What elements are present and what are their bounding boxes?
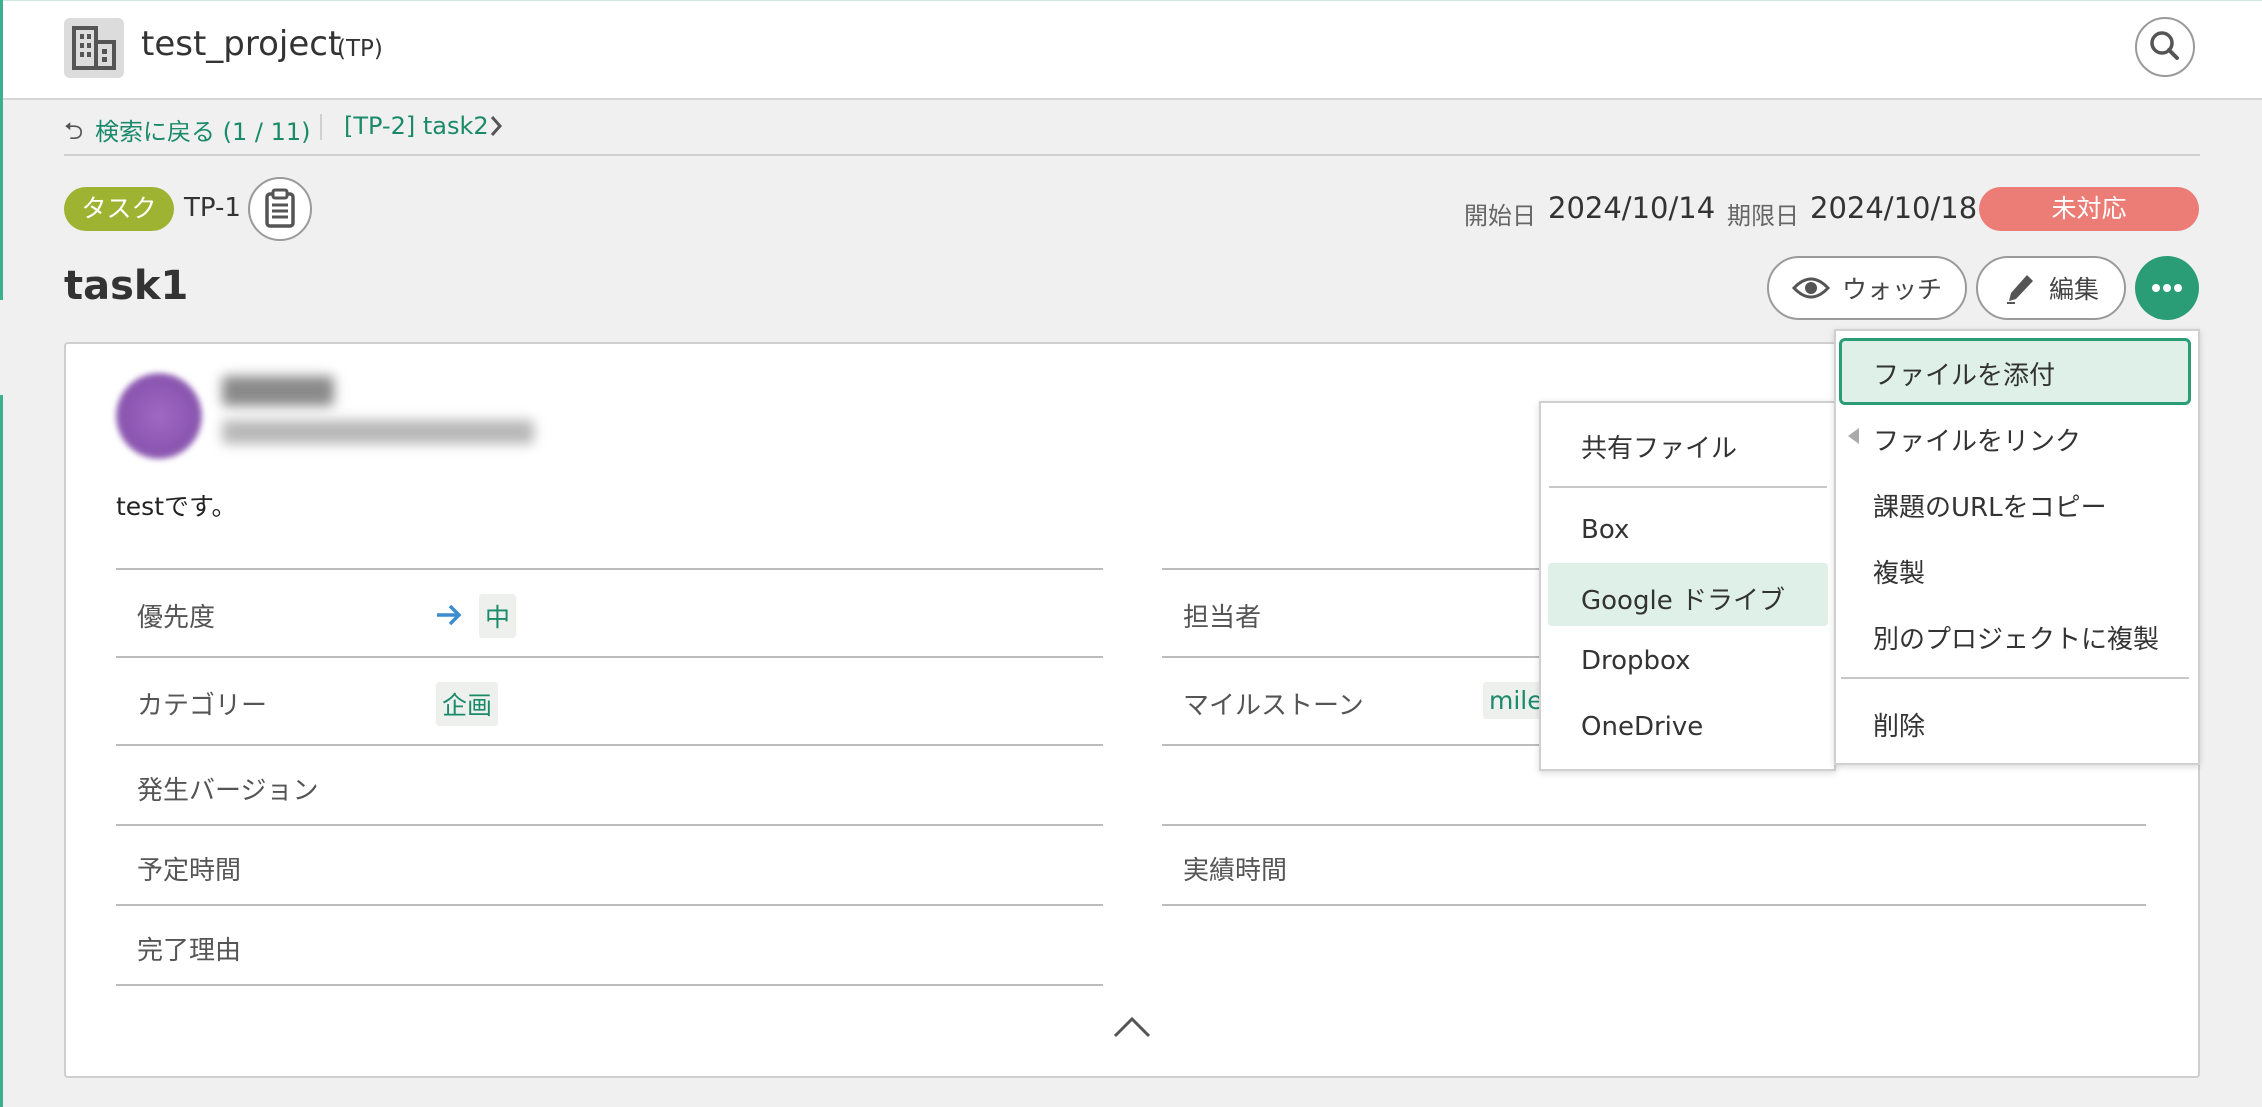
issue-title: task1 [64,263,189,309]
property-divider [1162,824,2146,826]
assignee-label: 担当者 [1183,603,1262,633]
eye-icon [1791,277,1830,299]
next-issue-link[interactable]: [TP-2] task2 [344,112,489,140]
watch-button[interactable]: ウォッチ [1767,256,1967,320]
property-divider [116,568,1103,570]
milestone-value[interactable]: mile [1483,682,1543,719]
menu-item-duplicate-to-project[interactable]: 別のプロジェクトに複製 [1873,619,2159,656]
estimated-hours-label: 予定時間 [137,856,242,886]
resolution-label: 完了理由 [137,936,242,966]
category-value[interactable]: 企画 [436,682,499,726]
menu-item-attach-file[interactable]: ファイルを添付 [1873,355,2055,392]
more-dots-icon [2152,284,2182,292]
back-arrow-icon: ⮌ [64,117,84,145]
edit-button[interactable]: 編集 [1976,256,2126,320]
avatar [116,373,202,459]
milestone-label: マイルストーン [1183,691,1364,721]
search-button[interactable] [2135,17,2195,77]
copy-key-button[interactable] [248,177,312,241]
arrow-right-icon [437,604,462,626]
status-badge[interactable]: 未対応 [1979,187,2199,231]
property-divider [116,744,1103,746]
building-icon[interactable] [64,18,124,78]
menu-item-link-file[interactable]: ファイルをリンク [1873,421,2081,458]
due-date-value: 2024/10/18 [1810,191,1978,225]
property-divider [116,984,1103,986]
menu-divider [1841,677,2189,679]
priority-value: 中 [479,594,517,638]
watch-label: ウォッチ [1841,275,1942,304]
chevron-up-icon[interactable] [1112,1014,1152,1040]
author-name-blurred [222,376,334,406]
actual-hours-label: 実績時間 [1183,856,1288,886]
more-actions-button[interactable] [2135,256,2199,320]
caret-left-icon [1848,428,1859,444]
property-divider [1162,656,1540,658]
issue-key: TP-1 [184,193,241,223]
author-meta-blurred [222,420,534,444]
start-date-label: 開始日 [1464,202,1536,230]
issue-description: testです。 [116,492,237,521]
property-divider [116,904,1103,906]
submenu-item-dropbox[interactable]: Dropbox [1581,646,1691,676]
edit-label: 編集 [2048,275,2099,304]
category-label: カテゴリー [137,691,268,721]
property-divider [1162,744,1540,746]
pencil-icon [2006,275,2033,304]
property-divider [116,824,1103,826]
breadcrumb-separator [320,114,322,140]
property-divider [116,656,1103,658]
chevron-right-icon[interactable] [484,114,508,138]
priority-label: 優先度 [137,603,216,633]
project-key: (TP) [337,36,383,62]
menu-item-copy-url[interactable]: 課題のURLをコピー [1873,487,2107,524]
submenu-item-onedrive[interactable]: OneDrive [1581,712,1703,742]
submenu-item-box[interactable]: Box [1581,515,1629,545]
start-date-value: 2024/10/14 [1548,191,1716,225]
menu-item-delete[interactable]: 削除 [1873,706,1925,743]
version-label: 発生バージョン [137,776,319,806]
property-divider [1162,568,1540,570]
breadcrumb-divider [64,154,2200,156]
issue-type-badge: タスク [64,187,174,231]
left-accent-bar [0,0,3,300]
back-to-search-link[interactable]: 検索に戻る (1 / 11) [95,112,311,147]
submenu-divider [1549,486,1827,488]
menu-item-duplicate[interactable]: 複製 [1873,553,1925,590]
clipboard-icon [265,188,295,228]
search-icon [2150,31,2179,60]
project-name[interactable]: test_project [141,24,341,64]
due-date-label: 期限日 [1727,202,1799,230]
submenu-item-google-drive[interactable]: Google ドライブ [1581,580,1785,617]
submenu-item-shared-files[interactable]: 共有ファイル [1581,428,1737,465]
left-accent-bar [0,395,3,1107]
property-divider [1162,904,2146,906]
